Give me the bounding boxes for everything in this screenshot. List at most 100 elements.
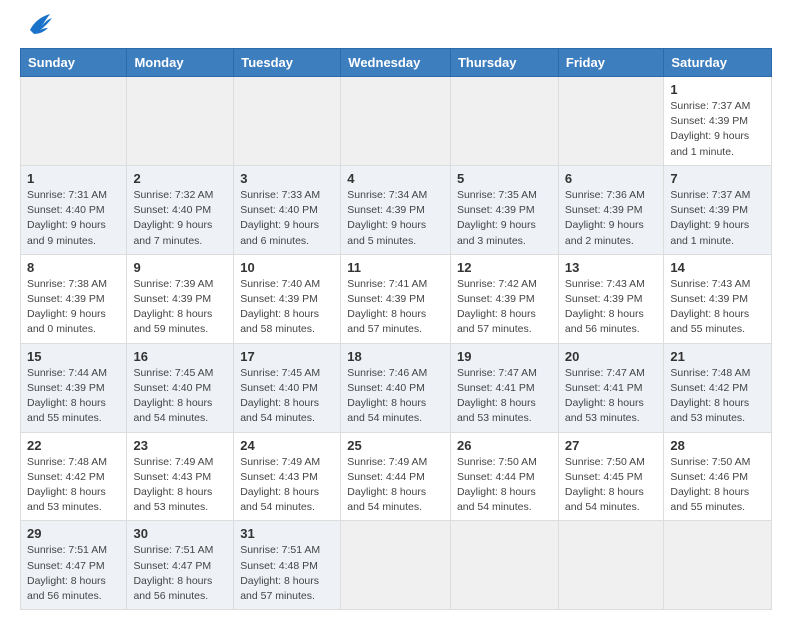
day-number: 17 <box>240 349 334 364</box>
day-info: Sunrise: 7:43 AMSunset: 4:39 PMDaylight:… <box>565 278 645 336</box>
day-info: Sunrise: 7:45 AMSunset: 4:40 PMDaylight:… <box>133 367 213 425</box>
calendar-day-cell: 11 Sunrise: 7:41 AMSunset: 4:39 PMDaylig… <box>341 254 451 343</box>
day-number: 16 <box>133 349 227 364</box>
calendar-day-cell: 30 Sunrise: 7:51 AMSunset: 4:47 PMDaylig… <box>127 521 234 610</box>
day-info: Sunrise: 7:46 AMSunset: 4:40 PMDaylight:… <box>347 367 427 425</box>
calendar-table: SundayMondayTuesdayWednesdayThursdayFrid… <box>20 48 772 610</box>
day-number: 25 <box>347 438 444 453</box>
day-number: 1 <box>670 82 765 97</box>
day-number: 20 <box>565 349 657 364</box>
calendar-day-cell: 6 Sunrise: 7:36 AMSunset: 4:39 PMDayligh… <box>558 165 663 254</box>
calendar-day-cell <box>341 77 451 166</box>
day-info: Sunrise: 7:42 AMSunset: 4:39 PMDaylight:… <box>457 278 537 336</box>
calendar-day-cell: 1 Sunrise: 7:37 AMSunset: 4:39 PMDayligh… <box>664 77 772 166</box>
day-info: Sunrise: 7:40 AMSunset: 4:39 PMDaylight:… <box>240 278 320 336</box>
day-number: 4 <box>347 171 444 186</box>
calendar-day-cell <box>664 521 772 610</box>
calendar-day-cell: 2 Sunrise: 7:32 AMSunset: 4:40 PMDayligh… <box>127 165 234 254</box>
day-number: 31 <box>240 526 334 541</box>
calendar-day-header: Wednesday <box>341 49 451 77</box>
day-info: Sunrise: 7:51 AMSunset: 4:47 PMDaylight:… <box>133 544 213 602</box>
calendar-day-cell: 13 Sunrise: 7:43 AMSunset: 4:39 PMDaylig… <box>558 254 663 343</box>
day-number: 1 <box>27 171 120 186</box>
calendar-day-header: Monday <box>127 49 234 77</box>
day-number: 27 <box>565 438 657 453</box>
calendar-day-cell <box>234 77 341 166</box>
calendar-day-header: Tuesday <box>234 49 341 77</box>
calendar-day-cell: 15 Sunrise: 7:44 AMSunset: 4:39 PMDaylig… <box>21 343 127 432</box>
calendar-day-cell: 16 Sunrise: 7:45 AMSunset: 4:40 PMDaylig… <box>127 343 234 432</box>
day-number: 29 <box>27 526 120 541</box>
day-number: 21 <box>670 349 765 364</box>
day-info: Sunrise: 7:36 AMSunset: 4:39 PMDaylight:… <box>565 189 645 247</box>
calendar-day-cell: 22 Sunrise: 7:48 AMSunset: 4:42 PMDaylig… <box>21 432 127 521</box>
day-number: 8 <box>27 260 120 275</box>
day-info: Sunrise: 7:37 AMSunset: 4:39 PMDaylight:… <box>670 100 750 158</box>
calendar-week-row: 22 Sunrise: 7:48 AMSunset: 4:42 PMDaylig… <box>21 432 772 521</box>
calendar-day-cell: 28 Sunrise: 7:50 AMSunset: 4:46 PMDaylig… <box>664 432 772 521</box>
calendar-day-cell: 8 Sunrise: 7:38 AMSunset: 4:39 PMDayligh… <box>21 254 127 343</box>
day-info: Sunrise: 7:31 AMSunset: 4:40 PMDaylight:… <box>27 189 107 247</box>
day-info: Sunrise: 7:51 AMSunset: 4:47 PMDaylight:… <box>27 544 107 602</box>
calendar-day-cell: 19 Sunrise: 7:47 AMSunset: 4:41 PMDaylig… <box>450 343 558 432</box>
day-info: Sunrise: 7:50 AMSunset: 4:45 PMDaylight:… <box>565 456 645 514</box>
calendar-day-cell <box>558 77 663 166</box>
day-number: 2 <box>133 171 227 186</box>
logo <box>20 18 54 40</box>
calendar-day-cell: 25 Sunrise: 7:49 AMSunset: 4:44 PMDaylig… <box>341 432 451 521</box>
day-info: Sunrise: 7:33 AMSunset: 4:40 PMDaylight:… <box>240 189 320 247</box>
day-info: Sunrise: 7:51 AMSunset: 4:48 PMDaylight:… <box>240 544 320 602</box>
calendar-week-row: 8 Sunrise: 7:38 AMSunset: 4:39 PMDayligh… <box>21 254 772 343</box>
day-number: 22 <box>27 438 120 453</box>
calendar-day-cell <box>450 77 558 166</box>
calendar-day-cell: 29 Sunrise: 7:51 AMSunset: 4:47 PMDaylig… <box>21 521 127 610</box>
calendar-day-cell <box>450 521 558 610</box>
calendar-day-header: Sunday <box>21 49 127 77</box>
calendar-day-cell: 1 Sunrise: 7:31 AMSunset: 4:40 PMDayligh… <box>21 165 127 254</box>
calendar-day-cell: 27 Sunrise: 7:50 AMSunset: 4:45 PMDaylig… <box>558 432 663 521</box>
day-number: 13 <box>565 260 657 275</box>
calendar-day-cell: 26 Sunrise: 7:50 AMSunset: 4:44 PMDaylig… <box>450 432 558 521</box>
day-number: 18 <box>347 349 444 364</box>
calendar-day-cell: 5 Sunrise: 7:35 AMSunset: 4:39 PMDayligh… <box>450 165 558 254</box>
day-number: 15 <box>27 349 120 364</box>
day-number: 5 <box>457 171 552 186</box>
calendar-day-cell: 17 Sunrise: 7:45 AMSunset: 4:40 PMDaylig… <box>234 343 341 432</box>
day-info: Sunrise: 7:49 AMSunset: 4:43 PMDaylight:… <box>240 456 320 514</box>
day-number: 28 <box>670 438 765 453</box>
day-number: 19 <box>457 349 552 364</box>
calendar-day-header: Thursday <box>450 49 558 77</box>
day-info: Sunrise: 7:48 AMSunset: 4:42 PMDaylight:… <box>670 367 750 425</box>
day-info: Sunrise: 7:39 AMSunset: 4:39 PMDaylight:… <box>133 278 213 336</box>
day-number: 3 <box>240 171 334 186</box>
day-number: 26 <box>457 438 552 453</box>
calendar-day-cell: 21 Sunrise: 7:48 AMSunset: 4:42 PMDaylig… <box>664 343 772 432</box>
day-number: 24 <box>240 438 334 453</box>
day-info: Sunrise: 7:37 AMSunset: 4:39 PMDaylight:… <box>670 189 750 247</box>
day-info: Sunrise: 7:49 AMSunset: 4:43 PMDaylight:… <box>133 456 213 514</box>
day-number: 11 <box>347 260 444 275</box>
calendar-header-row: SundayMondayTuesdayWednesdayThursdayFrid… <box>21 49 772 77</box>
day-info: Sunrise: 7:32 AMSunset: 4:40 PMDaylight:… <box>133 189 213 247</box>
calendar-day-cell <box>127 77 234 166</box>
calendar-day-cell: 10 Sunrise: 7:40 AMSunset: 4:39 PMDaylig… <box>234 254 341 343</box>
day-info: Sunrise: 7:43 AMSunset: 4:39 PMDaylight:… <box>670 278 750 336</box>
calendar-day-header: Friday <box>558 49 663 77</box>
calendar-day-cell: 24 Sunrise: 7:49 AMSunset: 4:43 PMDaylig… <box>234 432 341 521</box>
calendar-day-cell: 23 Sunrise: 7:49 AMSunset: 4:43 PMDaylig… <box>127 432 234 521</box>
day-info: Sunrise: 7:47 AMSunset: 4:41 PMDaylight:… <box>457 367 537 425</box>
day-info: Sunrise: 7:41 AMSunset: 4:39 PMDaylight:… <box>347 278 427 336</box>
calendar-day-cell: 3 Sunrise: 7:33 AMSunset: 4:40 PMDayligh… <box>234 165 341 254</box>
day-info: Sunrise: 7:48 AMSunset: 4:42 PMDaylight:… <box>27 456 107 514</box>
calendar-week-row: 1 Sunrise: 7:37 AMSunset: 4:39 PMDayligh… <box>21 77 772 166</box>
calendar-day-cell: 9 Sunrise: 7:39 AMSunset: 4:39 PMDayligh… <box>127 254 234 343</box>
calendar-week-row: 29 Sunrise: 7:51 AMSunset: 4:47 PMDaylig… <box>21 521 772 610</box>
day-number: 7 <box>670 171 765 186</box>
logo-bird-icon <box>22 10 54 40</box>
calendar-day-cell: 7 Sunrise: 7:37 AMSunset: 4:39 PMDayligh… <box>664 165 772 254</box>
header <box>20 18 772 40</box>
day-info: Sunrise: 7:50 AMSunset: 4:44 PMDaylight:… <box>457 456 537 514</box>
calendar-day-cell: 14 Sunrise: 7:43 AMSunset: 4:39 PMDaylig… <box>664 254 772 343</box>
day-info: Sunrise: 7:38 AMSunset: 4:39 PMDaylight:… <box>27 278 107 336</box>
calendar-day-cell <box>341 521 451 610</box>
